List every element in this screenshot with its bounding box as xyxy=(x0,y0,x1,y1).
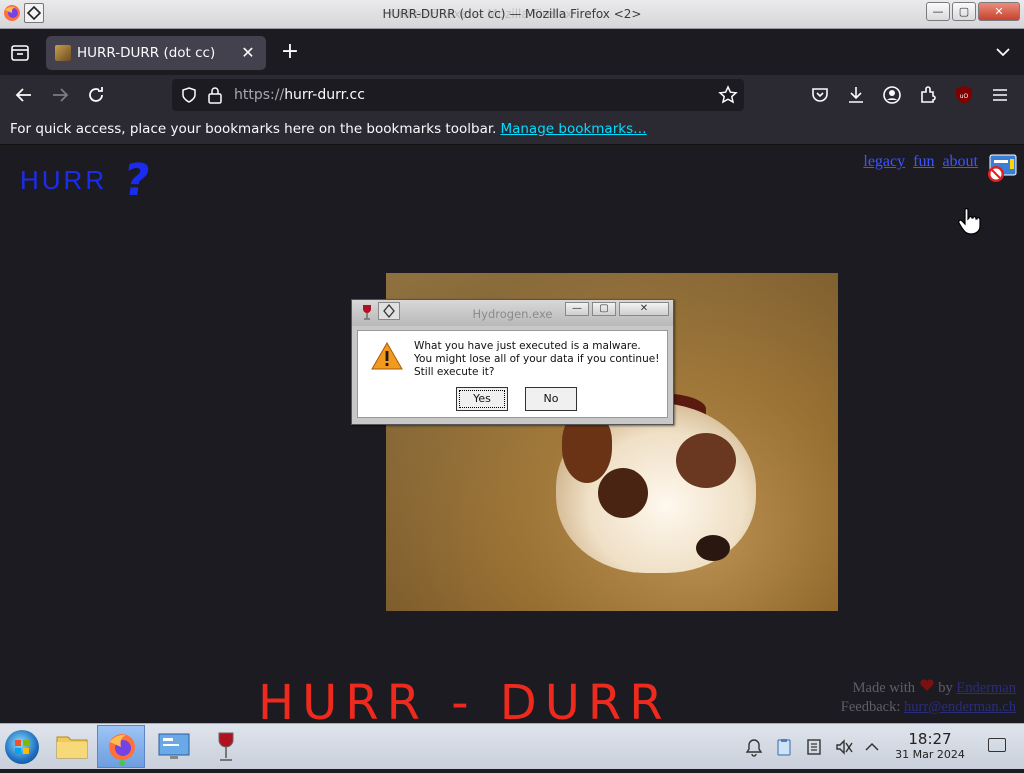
page-credits: Made with by Enderman Feedback: hurr@end… xyxy=(841,679,1016,717)
taskbar-clock[interactable]: 18:27 31 Mar 2024 xyxy=(888,731,972,762)
url-scheme: https:// xyxy=(234,87,285,103)
bookmark-star-icon[interactable] xyxy=(718,85,738,105)
dialog-window-controls: — ▢ ✕ xyxy=(565,302,669,316)
dialog-body: What you have just executed is a malware… xyxy=(357,330,668,418)
tab-label: HURR-DURR (dot cc) xyxy=(77,45,216,61)
manage-bookmarks-link[interactable]: Manage bookmarks… xyxy=(500,121,646,137)
notifications-bell-icon[interactable] xyxy=(744,737,764,757)
tab-close-icon[interactable]: ✕ xyxy=(238,43,258,63)
window-title: HURR-DURR (dot cc) — Mozilla Firefox <2> xyxy=(382,7,642,21)
made-by-label: by xyxy=(938,680,953,696)
windows-logo-icon xyxy=(15,740,29,754)
window-title-bar[interactable]: KinitoPET.exe — Mozilla Firefox HURR-DUR… xyxy=(0,0,1024,29)
made-with-label: Made with xyxy=(852,680,916,696)
back-arrow-icon[interactable] xyxy=(12,83,36,107)
wine-glass-taskbar-icon xyxy=(218,732,234,761)
dialog-message-line: You might lose all of your data if you c… xyxy=(414,353,660,365)
maximize-button[interactable]: ▢ xyxy=(952,2,976,21)
dog-nose xyxy=(696,535,730,561)
minimize-button[interactable]: — xyxy=(926,2,950,21)
web-page: HURR ? legacy fun about HURR - DURR Made… xyxy=(0,145,1024,723)
firefox-view-icon[interactable] xyxy=(8,41,32,65)
dialog-close-button[interactable]: ✕ xyxy=(619,302,669,316)
site-logo-text: HURR xyxy=(20,165,108,195)
tab-hurr-durr[interactable]: HURR-DURR (dot cc) ✕ xyxy=(46,36,266,70)
warning-icon xyxy=(371,341,403,370)
url-text[interactable]: https://hurr-durr.cc xyxy=(234,87,365,103)
navigation-toolbar: https://hurr-durr.cc uO xyxy=(0,75,1024,115)
dialog-message-line: What you have just executed is a malware… xyxy=(414,340,641,352)
bookmarks-toolbar: For quick access, place your bookmarks h… xyxy=(0,115,1024,145)
taskbar: 18:27 31 Mar 2024 xyxy=(0,723,1024,769)
settings-monitor-icon xyxy=(158,733,190,759)
storage-device-icon[interactable] xyxy=(804,737,824,757)
clock-date: 31 Mar 2024 xyxy=(895,748,965,761)
show-desktop-button[interactable] xyxy=(988,738,1006,752)
malware-warning-dialog: Hydrogen.exe — ▢ ✕ What you have just ex… xyxy=(351,299,674,425)
taskbar-system-settings[interactable] xyxy=(150,725,198,768)
taskbar-file-manager[interactable] xyxy=(48,725,96,768)
window-controls: — ▢ ✕ xyxy=(926,2,1020,21)
feedback-label: Feedback: xyxy=(840,699,901,715)
chevron-up-icon[interactable] xyxy=(862,737,882,757)
ublock-origin-icon[interactable]: uO xyxy=(952,83,976,107)
downloads-icon[interactable] xyxy=(844,83,868,107)
dog-right-ear xyxy=(676,433,736,488)
pocket-icon[interactable] xyxy=(808,83,832,107)
made-with-line: Made with by Enderman xyxy=(841,679,1016,698)
notification-blocked-icon[interactable] xyxy=(986,153,1018,183)
feedback-email-link[interactable]: hurr@enderman.ch xyxy=(904,699,1016,715)
bookmarks-hint: For quick access, place your bookmarks h… xyxy=(10,121,647,137)
link-fun[interactable]: fun xyxy=(913,153,934,170)
clock-time: 18:27 xyxy=(908,730,952,748)
volume-muted-icon[interactable] xyxy=(834,737,854,757)
dog-eye-patch xyxy=(598,468,648,518)
link-about[interactable]: about xyxy=(942,153,978,170)
yes-button[interactable]: Yes xyxy=(456,387,508,411)
no-button[interactable]: No xyxy=(525,387,577,411)
lock-icon[interactable] xyxy=(207,86,223,104)
hand-cursor-icon xyxy=(958,207,981,235)
account-icon[interactable] xyxy=(880,83,904,107)
new-tab-button[interactable]: + xyxy=(278,41,302,65)
site-logo-question-mark: ? xyxy=(120,155,154,206)
chevron-down-icon[interactable] xyxy=(992,41,1014,63)
top-links: legacy fun about xyxy=(859,153,978,171)
forward-arrow-icon[interactable] xyxy=(48,83,72,107)
address-bar[interactable]: https://hurr-durr.cc xyxy=(172,79,744,111)
dialog-message-line: Still execute it? xyxy=(414,366,495,378)
extensions-icon[interactable] xyxy=(916,83,940,107)
start-menu-button[interactable] xyxy=(5,730,39,764)
feedback-line: Feedback: hurr@enderman.ch xyxy=(841,698,1016,717)
taskbar-firefox[interactable] xyxy=(97,725,145,768)
dialog-maximize-button[interactable]: ▢ xyxy=(592,302,616,316)
shield-icon[interactable] xyxy=(180,86,198,104)
folder-icon xyxy=(56,736,88,759)
heart-icon xyxy=(920,679,934,691)
reload-icon[interactable] xyxy=(84,83,108,107)
bookmarks-hint-text: For quick access, place your bookmarks h… xyxy=(10,121,497,137)
firefox-taskbar-icon xyxy=(109,734,135,766)
footer-logo-text: HURR - DURR xyxy=(258,675,671,723)
link-legacy[interactable]: legacy xyxy=(863,153,905,170)
dialog-title-bar[interactable]: Hydrogen.exe — ▢ ✕ xyxy=(352,300,673,326)
hamburger-menu-icon[interactable] xyxy=(988,83,1012,107)
url-host: hurr-durr.cc xyxy=(284,87,365,103)
taskbar-wine[interactable] xyxy=(202,725,250,768)
dialog-message: What you have just executed is a malware… xyxy=(414,340,659,379)
clipboard-icon[interactable] xyxy=(774,737,794,757)
dialog-minimize-button[interactable]: — xyxy=(565,302,589,316)
close-window-button[interactable]: ✕ xyxy=(978,2,1020,21)
author-link[interactable]: Enderman xyxy=(956,680,1016,696)
svg-text:uO: uO xyxy=(960,93,969,100)
tab-strip: HURR-DURR (dot cc) ✕ + xyxy=(0,29,1024,75)
site-favicon-icon xyxy=(55,45,71,61)
